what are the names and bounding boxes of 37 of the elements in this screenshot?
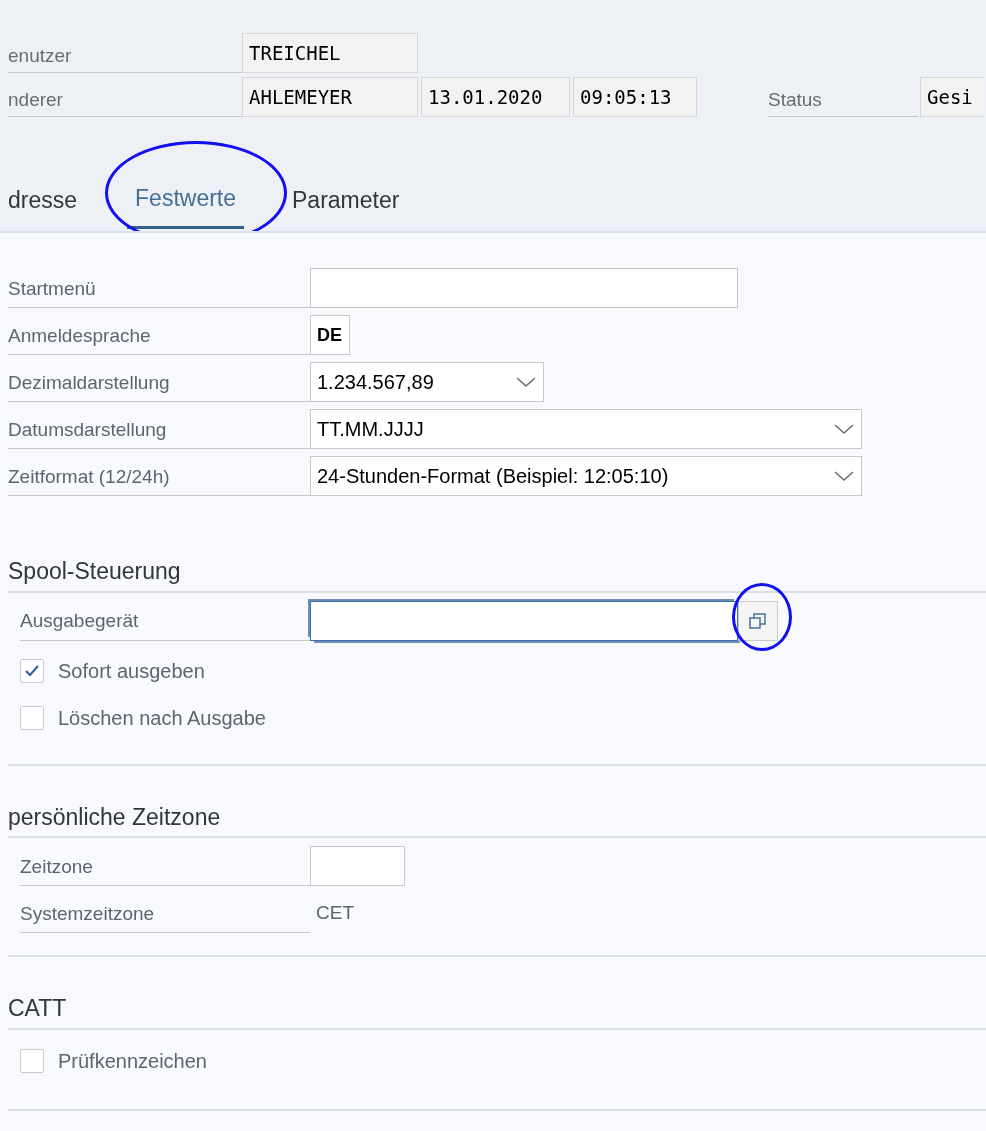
chevron-down-icon[interactable] [515,376,537,388]
input-field[interactable] [310,600,738,641]
readonly-field: TREICHEL [242,33,418,73]
check-icon [24,664,40,678]
readonly-field: 09:05:13 [573,77,697,117]
dropdown-field[interactable]: 24-Stunden-Format (Beispiel: 12:05:10) [310,456,862,496]
chevron-down-icon[interactable] [833,423,855,435]
dropdown-value: TT.MM.JJJJ [317,417,424,442]
chevron-down-icon[interactable] [833,470,855,482]
input-field[interactable] [310,268,738,308]
dropdown-value: 1.234.567,89 [317,370,434,395]
tab[interactable]: dresse [8,171,86,229]
field-value: CET [315,901,354,925]
section-heading: persönliche Zeitzone [8,802,222,832]
dropdown-value: 24-Stunden-Format (Beispiel: 12:05:10) [317,464,669,489]
checkbox[interactable] [20,1049,44,1073]
dropdown-field[interactable]: TT.MM.JJJJ [310,409,862,449]
copy-icon [748,611,768,630]
dropdown-field[interactable]: 1.234.567,89 [310,362,544,402]
readonly-field: AHLEMEYER [242,77,418,117]
value-help-button[interactable] [738,600,778,641]
section-heading: CATT [8,994,68,1023]
checkbox-label: Prüfkennzeichen [58,1049,207,1074]
section-heading: Spool-Steuerung [8,557,182,586]
checkbox-label: Löschen nach Ausgabe [58,706,266,731]
field-label: Status [768,77,918,117]
input-field[interactable] [310,846,405,886]
tab[interactable]: Parameter [284,171,408,229]
readonly-field: 13.01.2020 [421,77,570,117]
checkbox[interactable] [20,659,44,683]
tab[interactable]: Festwerte [127,171,245,229]
readonly-field: Gesi [920,77,984,117]
field-label: Systemzeitzone [20,893,310,933]
annotation-circle [732,582,792,651]
checkbox[interactable] [20,706,44,730]
input-field[interactable]: DE [310,315,350,355]
checkbox-label: Sofort ausgeben [58,659,205,684]
